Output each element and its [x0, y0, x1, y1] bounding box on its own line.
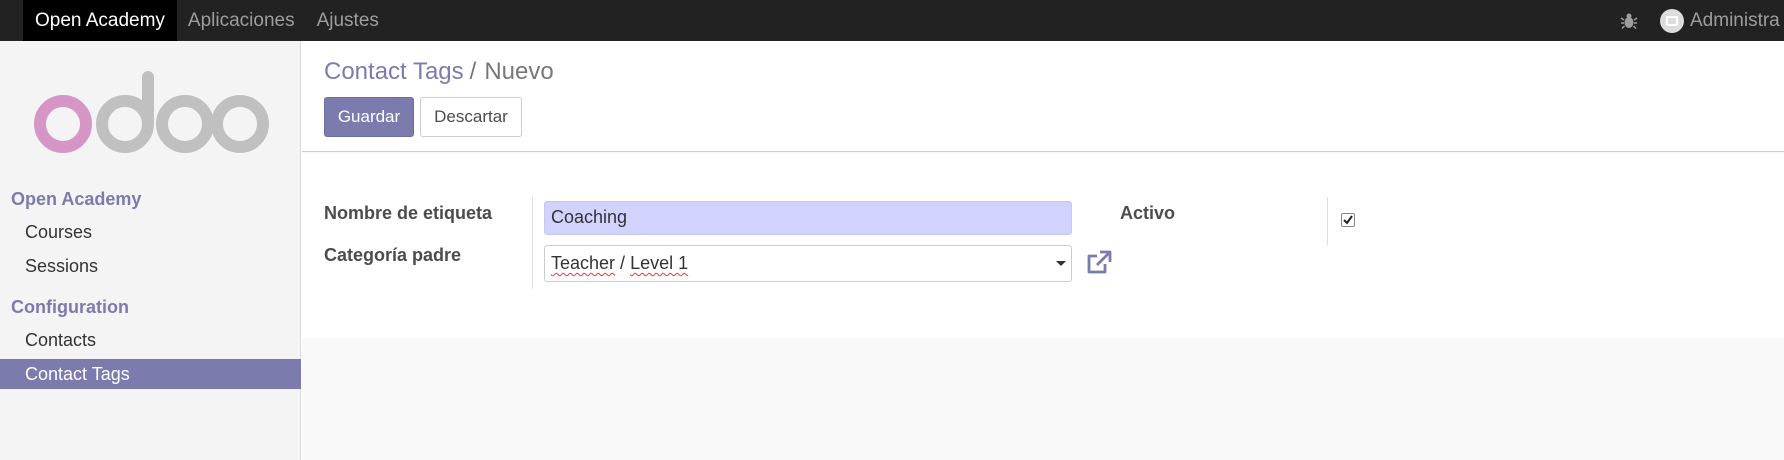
parent-category-value-part2: Level 1: [630, 253, 689, 273]
odoo-logo[interactable]: [30, 69, 270, 159]
sidebar-section-open-academy: Open Academy: [11, 189, 142, 209]
avatar-icon[interactable]: [1660, 8, 1684, 33]
save-button[interactable]: Guardar: [324, 97, 414, 137]
breadcrumb-separator: /: [469, 58, 477, 85]
main-menu: Open Academy Aplicaciones Ajustes: [0, 0, 390, 41]
active-label: Activo: [1120, 203, 1176, 223]
main-content: Contact Tags / Nuevo Guardar Descartar Nom…: [302, 41, 1784, 460]
breadcrumb-parent-link[interactable]: Contact Tags: [324, 58, 464, 85]
parent-category-label: Categoría padre: [324, 245, 462, 265]
sidebar-item-courses[interactable]: Courses: [0, 217, 301, 247]
field-separator: [532, 197, 533, 289]
menu-item-ajustes[interactable]: Ajustes: [306, 0, 390, 41]
caret-down-icon[interactable]: [1056, 261, 1066, 266]
parent-category-value-part1: Teacher: [551, 253, 616, 273]
form-sheet: Nombre de etiqueta Categoría padre Coach…: [302, 153, 1784, 338]
user-menu[interactable]: Administra: [1690, 10, 1780, 32]
sidebar-section-configuration: Configuration: [11, 297, 129, 317]
tag-name-label: Nombre de etiqueta: [324, 203, 493, 223]
active-field-separator: [1327, 197, 1328, 245]
top-navbar: Open Academy Aplicaciones Ajustes Admini…: [0, 0, 1784, 41]
external-link-icon[interactable]: [1085, 249, 1113, 277]
parent-category-value-sep: /: [615, 253, 631, 273]
parent-category-select[interactable]: Teacher / Level 1: [544, 245, 1072, 282]
sidebar: Open Academy Courses Sessions Configurat…: [0, 41, 301, 460]
active-checkbox[interactable]: [1341, 213, 1355, 227]
control-panel: Contact Tags / Nuevo Guardar Descartar: [302, 41, 1784, 152]
app-name-link[interactable]: Open Academy: [23, 0, 177, 41]
sidebar-item-contact-tags[interactable]: Contact Tags: [0, 359, 301, 389]
tag-name-input[interactable]: Coaching: [544, 201, 1072, 235]
sidebar-item-contacts[interactable]: Contacts: [0, 325, 301, 355]
breadcrumb-current: Nuevo: [484, 58, 554, 85]
menu-item-aplicaciones[interactable]: Aplicaciones: [177, 0, 306, 41]
navbar-right: Administra: [1620, 0, 1780, 41]
sidebar-item-sessions[interactable]: Sessions: [0, 251, 301, 281]
breadcrumb: Contact Tags / Nuevo: [324, 58, 554, 86]
discard-button[interactable]: Descartar: [420, 97, 522, 137]
bug-icon[interactable]: [1620, 12, 1638, 30]
